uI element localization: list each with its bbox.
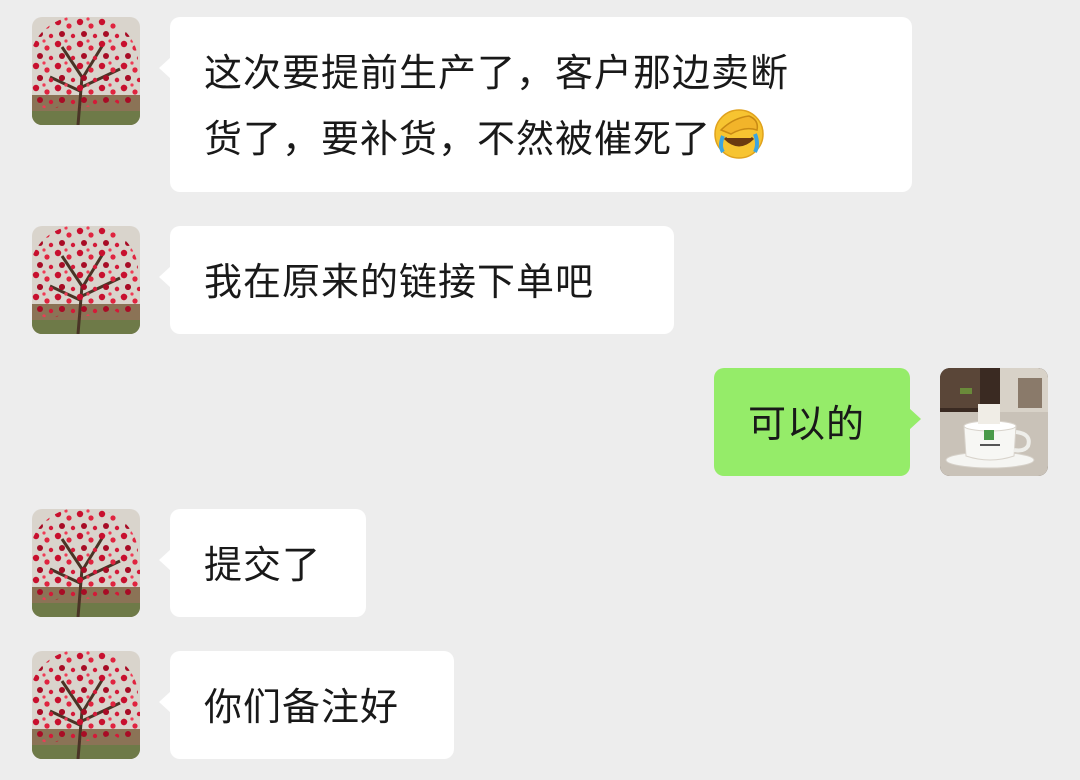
- coffee-cup-avatar-icon: [940, 368, 1048, 476]
- message-bubble-incoming[interactable]: 这次要提前生产了，客户那边卖断 货了，要补货，不然被催死了: [159, 17, 912, 192]
- my-avatar[interactable]: [940, 368, 1048, 476]
- red-blossom-tree-avatar-icon: [32, 509, 140, 617]
- chat-view[interactable]: 这次要提前生产了，客户那边卖断 货了，要补货，不然被催死了 我在原来的链接下单吧 …: [0, 0, 1080, 780]
- red-blossom-tree-avatar-icon: [32, 17, 140, 125]
- message-text: 提交了: [204, 543, 322, 587]
- message-bubble-outgoing[interactable]: 可以的: [714, 368, 921, 476]
- message-text: 你们备注好: [204, 685, 400, 729]
- message-bubble-incoming[interactable]: 我在原来的链接下单吧: [159, 226, 674, 334]
- face-palm-crying-emoji-icon: [714, 109, 764, 159]
- message-bubble-incoming[interactable]: 提交了: [159, 509, 366, 617]
- message-text: 我在原来的链接下单吧: [204, 260, 595, 304]
- contact-avatar[interactable]: [32, 226, 140, 334]
- message-bubble-incoming[interactable]: 你们备注好: [159, 651, 454, 759]
- message-text-line: 货了，要补货，不然被催死了: [204, 117, 712, 161]
- red-blossom-tree-avatar-icon: [32, 226, 140, 334]
- contact-avatar[interactable]: [32, 651, 140, 759]
- red-blossom-tree-avatar-icon: [32, 651, 140, 759]
- message-text: 可以的: [748, 402, 866, 446]
- contact-avatar[interactable]: [32, 17, 140, 125]
- contact-avatar[interactable]: [32, 509, 140, 617]
- message-text-line: 这次要提前生产了，客户那边卖断: [204, 51, 790, 95]
